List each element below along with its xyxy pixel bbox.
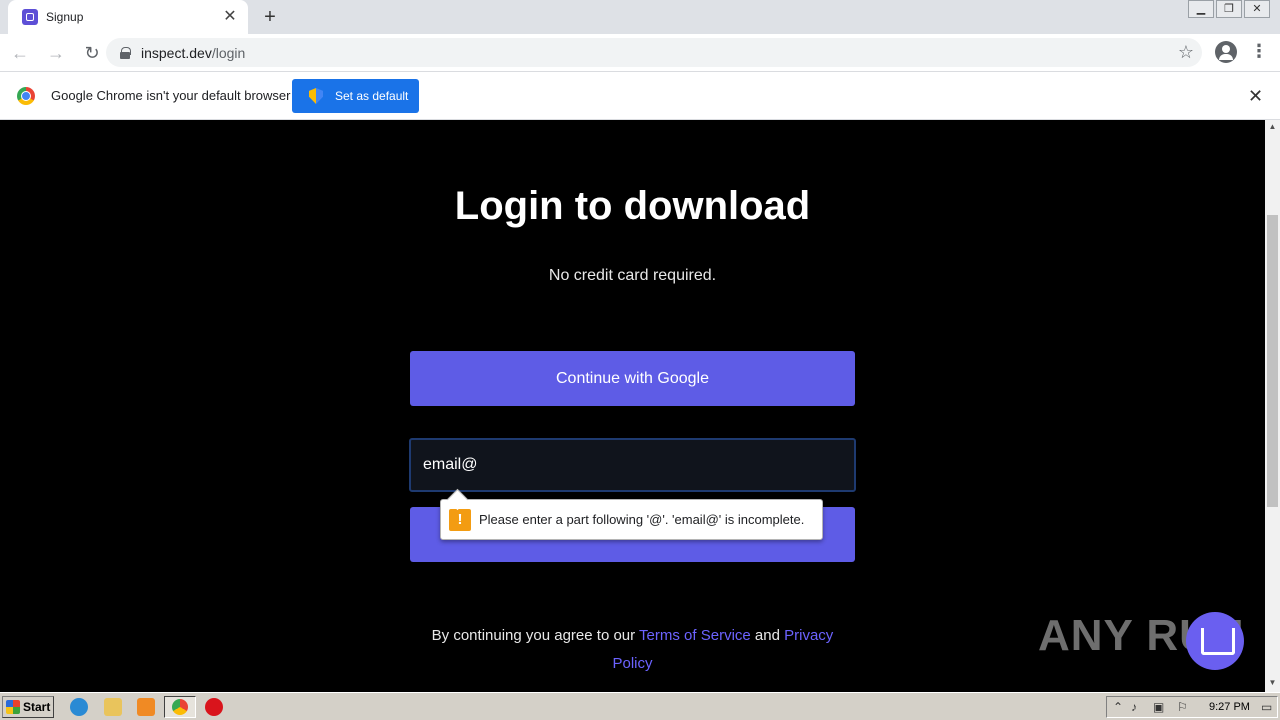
email-input[interactable] (409, 438, 856, 492)
set-as-default-label: Set as default (335, 89, 409, 103)
show-desktop-icon[interactable]: ▭ (1261, 700, 1272, 714)
window-controls: ▁ ❐ ✕ (1186, 0, 1270, 18)
action-center-flag-icon[interactable]: ⚐ (1177, 700, 1188, 714)
browser-toolbar: ← → ↻ inspect.dev/login ☆ (0, 34, 1280, 71)
set-as-default-button[interactable]: Set as default (292, 79, 419, 113)
url-path: /login (211, 44, 246, 61)
scroll-down-icon[interactable]: ▼ (1265, 678, 1280, 690)
back-button[interactable]: ← (4, 37, 36, 69)
scroll-thumb[interactable] (1267, 215, 1278, 507)
terms-text: By continuing you agree to our Terms of … (410, 622, 855, 678)
infobar-message: Google Chrome isn't your default browser (51, 88, 291, 103)
default-browser-infobar: Google Chrome isn't your default browser… (0, 71, 1280, 120)
volume-icon[interactable]: ♪ (1131, 700, 1137, 714)
validation-message: Please enter a part following '@'. 'emai… (479, 512, 805, 527)
site-favicon-icon (22, 9, 38, 25)
network-icon[interactable]: ▣ (1153, 700, 1164, 714)
maximize-button[interactable]: ❐ (1216, 0, 1242, 18)
validation-tooltip: ! Please enter a part following '@'. 'em… (440, 499, 823, 540)
tab-strip: Signup ✕ + ▁ ❐ ✕ (0, 0, 1280, 34)
terms-and: and (750, 627, 785, 644)
tab-close-icon[interactable]: ✕ (222, 9, 238, 25)
tab-title: Signup (46, 10, 84, 24)
tray-expand-icon[interactable]: ⌃ (1113, 700, 1123, 714)
anyrun-badge-icon[interactable] (1186, 612, 1244, 670)
terms-of-service-link[interactable]: Terms of Service (639, 627, 751, 644)
forward-button[interactable]: → (40, 37, 72, 69)
browser-menu-icon[interactable]: ⋮ (1250, 42, 1268, 62)
start-label: Start (23, 700, 51, 714)
terms-prefix: By continuing you agree to our (431, 627, 640, 644)
profile-avatar-icon[interactable] (1215, 41, 1237, 63)
scroll-up-icon[interactable]: ▲ (1265, 122, 1280, 134)
chrome-logo-icon (17, 87, 35, 105)
start-button[interactable]: Start (2, 696, 54, 718)
media-player-icon[interactable] (137, 698, 155, 716)
system-tray: ⌃ ♪ ▣ ⚐ 9:27 PM ▭ (1106, 696, 1278, 718)
internet-explorer-icon[interactable] (70, 698, 88, 716)
file-explorer-icon[interactable] (104, 698, 122, 716)
page-content: Login to download No credit card require… (0, 120, 1265, 692)
minimize-button[interactable]: ▁ (1188, 0, 1214, 18)
url-host: inspect.dev (141, 44, 212, 61)
continue-with-google-button[interactable]: Continue with Google (410, 351, 855, 406)
uac-shield-icon (309, 88, 323, 104)
chrome-taskbar-icon[interactable] (164, 696, 196, 718)
page-title: Login to download (454, 184, 811, 228)
close-window-button[interactable]: ✕ (1244, 0, 1270, 18)
taskbar-clock[interactable]: 9:27 PM (1209, 701, 1250, 713)
infobar-close-icon[interactable]: ✕ (1248, 86, 1263, 107)
tab-signup[interactable]: Signup ✕ (8, 0, 248, 34)
address-bar[interactable]: inspect.dev/login ☆ (106, 38, 1202, 67)
lock-icon[interactable] (120, 46, 131, 59)
reload-button[interactable]: ↻ (76, 37, 108, 69)
page-subtitle: No credit card required. (548, 267, 717, 284)
page-scrollbar[interactable]: ▲ ▼ (1265, 120, 1280, 692)
new-tab-button[interactable]: + (259, 6, 281, 28)
taskbar: Start ⌃ ♪ ▣ ⚐ 9:27 PM ▭ (0, 692, 1280, 720)
opera-icon[interactable] (205, 698, 223, 716)
bookmark-star-icon[interactable]: ☆ (1178, 42, 1194, 63)
windows-flag-icon (6, 700, 20, 714)
warning-icon: ! (449, 508, 471, 531)
